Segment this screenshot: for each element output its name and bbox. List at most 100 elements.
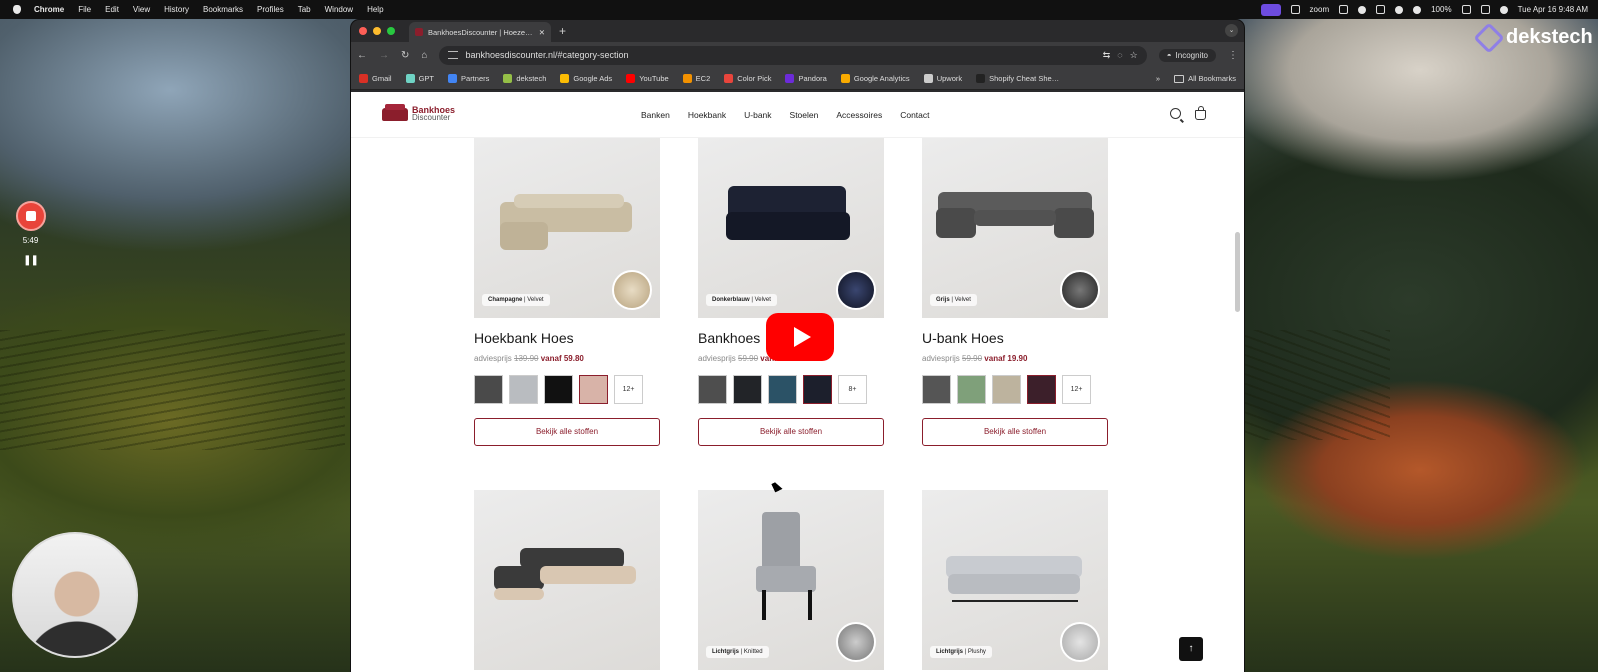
airplay-icon[interactable] xyxy=(1376,5,1386,14)
bookmark-star-icon[interactable]: ☆ xyxy=(1130,50,1138,61)
spotlight-search-icon[interactable] xyxy=(1413,5,1422,14)
home-icon[interactable]: ⌂ xyxy=(421,50,427,61)
notes-icon[interactable] xyxy=(1290,5,1300,14)
bookmark-item[interactable]: Pandora xyxy=(785,74,827,83)
color-swatch[interactable] xyxy=(579,375,608,404)
fabric-swatch-icon xyxy=(1060,622,1100,662)
search-icon[interactable] xyxy=(1170,108,1181,119)
wifi-icon[interactable] xyxy=(1395,5,1404,14)
active-tab[interactable]: BankhoesDiscounter | Hoeze… ✕ xyxy=(409,22,551,42)
color-swatch[interactable] xyxy=(733,375,762,404)
site-logo[interactable]: Bankhoes Discounter xyxy=(382,103,455,122)
product-title[interactable]: U-bank Hoes xyxy=(922,330,1108,346)
new-tab-button[interactable]: + xyxy=(559,24,566,38)
color-swatch[interactable] xyxy=(992,375,1021,404)
menu-history[interactable]: History xyxy=(164,5,189,14)
reload-icon[interactable]: ↻ xyxy=(401,50,409,61)
battery-status[interactable]: 100% xyxy=(1431,5,1451,14)
bookmark-item[interactable]: Shopify Cheat She… xyxy=(976,74,1059,83)
tab-title: BankhoesDiscounter | Hoeze… xyxy=(428,27,533,37)
minimize-window-button[interactable] xyxy=(373,27,381,35)
maximize-window-button[interactable] xyxy=(387,27,395,35)
view-fabrics-button[interactable]: Bekijk alle stoffen xyxy=(698,418,884,446)
more-bookmarks-button[interactable]: » xyxy=(1156,74,1160,83)
color-swatch[interactable] xyxy=(803,375,832,404)
color-swatch[interactable] xyxy=(698,375,727,404)
nav-stoelen[interactable]: Stoelen xyxy=(790,110,819,120)
forward-icon[interactable]: → xyxy=(379,50,389,61)
battery-icon[interactable] xyxy=(1461,5,1471,14)
nav-accessoires[interactable]: Accessoires xyxy=(836,110,882,120)
more-swatches-button[interactable]: 12+ xyxy=(1062,375,1091,404)
close-tab-icon[interactable]: ✕ xyxy=(539,28,545,37)
url-text[interactable]: bankhoesdiscounter.nl/#category-section xyxy=(465,50,628,60)
color-swatch[interactable] xyxy=(957,375,986,404)
record-status-icon[interactable] xyxy=(1358,5,1367,14)
product-image[interactable]: Grijs | Velvet xyxy=(922,138,1108,318)
product-title[interactable]: Hoekbank Hoes xyxy=(474,330,660,346)
translate-icon[interactable]: ⇆ xyxy=(1103,50,1111,61)
page-scrollbar[interactable] xyxy=(1235,232,1240,312)
nav-banken[interactable]: Banken xyxy=(641,110,670,120)
bookmark-item[interactable]: Google Analytics xyxy=(840,74,910,83)
tab-search-icon[interactable]: ⌄ xyxy=(1225,24,1238,37)
apple-icon[interactable] xyxy=(10,3,24,17)
nav-hoekbank[interactable]: Hoekbank xyxy=(688,110,726,120)
cart-bag-icon[interactable] xyxy=(1195,106,1206,120)
eye-off-icon[interactable]: ◌ xyxy=(1117,50,1122,60)
menu-view[interactable]: View xyxy=(133,5,150,14)
color-swatch[interactable] xyxy=(768,375,797,404)
color-swatch[interactable] xyxy=(1027,375,1056,404)
nav-contact[interactable]: Contact xyxy=(900,110,929,120)
product-image[interactable]: Lichtgrijs | Plushy xyxy=(922,490,1108,670)
pause-recording-button[interactable]: ❚❚ xyxy=(23,255,39,266)
color-swatch[interactable] xyxy=(544,375,573,404)
menu-profiles[interactable]: Profiles xyxy=(257,5,284,14)
clock[interactable]: Tue Apr 16 9:48 AM xyxy=(1518,5,1588,14)
bookmark-item[interactable]: Color Pick xyxy=(724,74,771,83)
bookmark-item[interactable]: Google Ads xyxy=(560,74,612,83)
product-image[interactable] xyxy=(474,490,660,670)
menu-file[interactable]: File xyxy=(78,5,91,14)
nav-u-bank[interactable]: U-bank xyxy=(744,110,771,120)
bookmark-item[interactable]: EC2 xyxy=(682,74,710,83)
bookmark-item[interactable]: GPT xyxy=(405,74,434,83)
bookmark-item[interactable]: dekstech xyxy=(503,74,546,83)
color-swatch[interactable] xyxy=(474,375,503,404)
menu-app-name[interactable]: Chrome xyxy=(34,5,64,14)
more-menu-icon[interactable]: ⋮ xyxy=(1228,50,1238,61)
menu-edit[interactable]: Edit xyxy=(105,5,119,14)
more-swatches-button[interactable]: 8+ xyxy=(838,375,867,404)
close-window-button[interactable] xyxy=(359,27,367,35)
color-swatch[interactable] xyxy=(509,375,538,404)
bookmark-item[interactable]: Partners xyxy=(448,74,489,83)
bookmark-item[interactable]: YouTube xyxy=(626,74,669,83)
view-fabrics-button[interactable]: Bekijk alle stoffen xyxy=(922,418,1108,446)
screen-share-icon[interactable] xyxy=(1260,3,1281,16)
youtube-play-button[interactable] xyxy=(766,313,834,361)
siri-icon[interactable] xyxy=(1499,5,1508,14)
product-image[interactable]: Donkerblauw | Velvet xyxy=(698,138,884,318)
zoom-status[interactable]: zoom xyxy=(1310,5,1330,14)
control-center-icon[interactable] xyxy=(1480,5,1490,14)
menu-help[interactable]: Help xyxy=(367,5,383,14)
color-swatch[interactable] xyxy=(922,375,951,404)
view-fabrics-button[interactable]: Bekijk alle stoffen xyxy=(474,418,660,446)
menu-bookmarks[interactable]: Bookmarks xyxy=(203,5,243,14)
display-icon[interactable] xyxy=(1339,5,1349,14)
all-bookmarks-button[interactable]: All Bookmarks xyxy=(1174,74,1236,83)
back-to-top-button[interactable]: ↑ xyxy=(1179,637,1203,661)
back-icon[interactable]: ← xyxy=(357,50,367,61)
bookmark-item[interactable]: Upwork xyxy=(923,74,962,83)
site-info-icon[interactable] xyxy=(448,51,459,59)
product-image[interactable]: Lichtgrijs | Knitted xyxy=(698,490,884,670)
menu-window[interactable]: Window xyxy=(325,5,353,14)
bookmark-item[interactable]: Gmail xyxy=(359,74,392,83)
product-image[interactable]: Champagne | Velvet xyxy=(474,138,660,318)
menu-tab[interactable]: Tab xyxy=(298,5,311,14)
address-bar[interactable]: bankhoesdiscounter.nl/#category-section … xyxy=(439,45,1147,65)
stop-icon xyxy=(25,211,36,221)
incognito-indicator[interactable]: ◓ Incognito xyxy=(1158,48,1216,62)
stop-recording-button[interactable] xyxy=(15,201,46,231)
more-swatches-button[interactable]: 12+ xyxy=(614,375,643,404)
